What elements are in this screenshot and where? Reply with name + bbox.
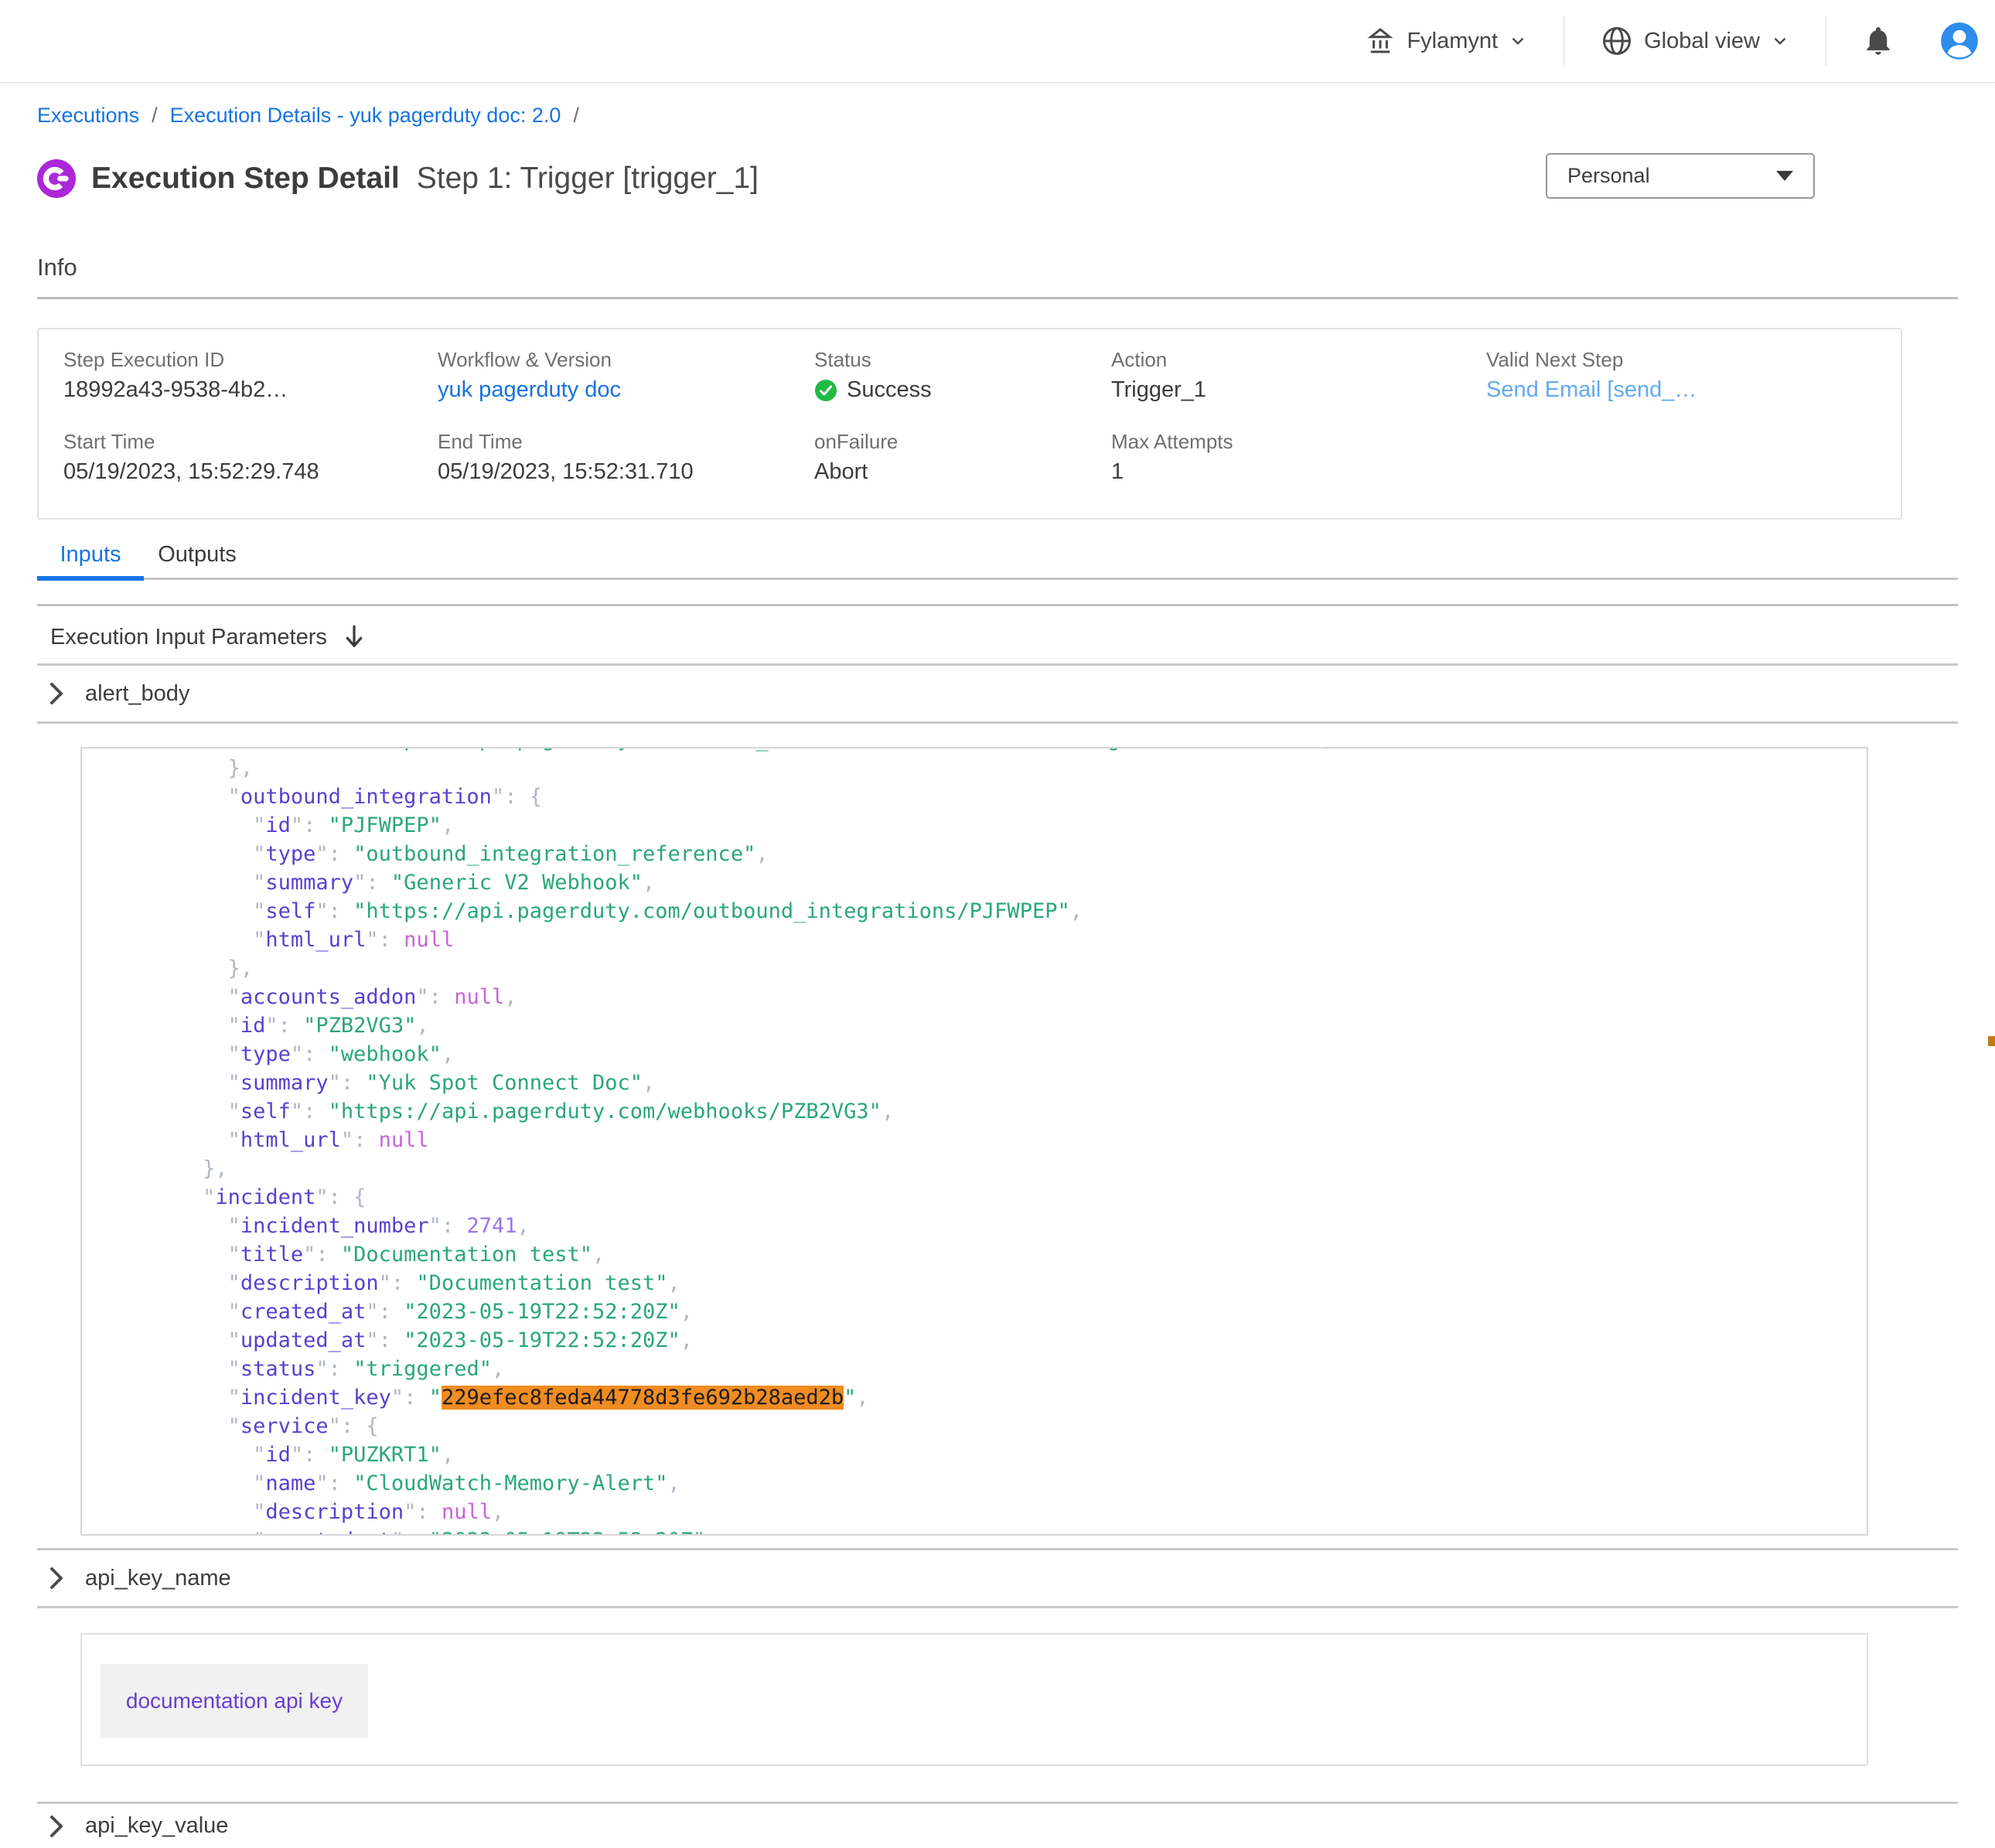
scrollbar-highlight-marker xyxy=(1988,1036,1995,1046)
json-line: "html_url": null xyxy=(102,926,1867,954)
json-line: }, xyxy=(102,1154,1867,1183)
json-line: "type": "outbound_integration_reference"… xyxy=(102,840,1867,868)
param-row-api-key-value[interactable]: api_key_value xyxy=(37,1802,1958,1848)
success-icon xyxy=(814,379,837,402)
json-line: "self": "https://api.pagerduty.com/outbo… xyxy=(102,897,1867,926)
breadcrumb-link[interactable]: Execution Details - yuk pagerduty doc: 2… xyxy=(170,104,561,128)
breadcrumb-separator: / xyxy=(573,104,579,128)
highlighted-incident-key: 229efec8feda44778d3fe692b28aed2b xyxy=(442,1386,844,1410)
page-title: Execution Step Detail xyxy=(91,162,400,196)
field-label-step-execution-id: Step Execution ID xyxy=(63,348,224,372)
tab-bar: InputsOutputs xyxy=(37,532,1958,580)
field-value-start-time: 05/19/2023, 15:52:29.748 xyxy=(63,459,319,485)
chevron-down-icon xyxy=(1770,31,1790,51)
page-header: Execution Step Detail Step 1: Trigger [t… xyxy=(37,155,759,203)
api-key-name-panel: documentation api key xyxy=(80,1633,1868,1766)
json-line: "summary": "Yuk Spot Connect Doc", xyxy=(102,1069,1867,1097)
field-value-status: Success xyxy=(814,377,932,403)
field-label-start-time: Start Time xyxy=(63,430,155,454)
json-line: "outbound_integration": { xyxy=(102,783,1867,811)
bell-icon xyxy=(1862,25,1894,57)
info-heading: Info xyxy=(37,254,77,281)
json-line: }, xyxy=(102,754,1867,783)
workflow-logo-icon xyxy=(37,159,76,198)
divider xyxy=(37,604,1958,606)
field-value-workflow-version[interactable]: yuk pagerduty doc xyxy=(438,377,621,403)
json-line: "id": "PJFWPEP", xyxy=(102,811,1867,840)
json-line: "self": "https://api.pagerduty.com/event… xyxy=(102,747,1867,754)
field-label-end-time: End Time xyxy=(438,430,523,454)
top-bar: Fylamynt Global view xyxy=(0,0,1995,83)
breadcrumb-link[interactable]: Executions xyxy=(37,104,139,128)
field-value-valid-next-step[interactable]: Send Email [send_… xyxy=(1486,377,1697,403)
scope-select-value: Personal xyxy=(1567,164,1650,188)
chevron-right-icon xyxy=(48,1815,65,1838)
json-line: "status": "triggered", xyxy=(102,1355,1867,1383)
breadcrumb-separator: / xyxy=(152,104,158,128)
json-line: "service": { xyxy=(102,1412,1867,1441)
json-line: "name": "CloudWatch-Memory-Alert", xyxy=(102,1469,1867,1498)
json-line: "summary": "Generic V2 Webhook", xyxy=(102,868,1867,897)
field-value-max-attempts: 1 xyxy=(1111,459,1124,485)
json-line: "description": null, xyxy=(102,1498,1867,1526)
breadcrumb: Executions / Execution Details - yuk pager… xyxy=(37,104,579,128)
organization-icon xyxy=(1364,25,1396,57)
field-label-workflow-version: Workflow & Version xyxy=(438,348,612,372)
field-value-onfailure: Abort xyxy=(814,459,868,485)
json-line: "updated_at": "2023-05-19T22:52:20Z", xyxy=(102,1326,1867,1355)
scope-select[interactable]: Personal xyxy=(1546,153,1815,199)
json-line: "created_at": "2023-05-19T22:52:20Z", xyxy=(102,1526,1867,1536)
json-line: "type": "webhook", xyxy=(102,1040,1867,1069)
account-button[interactable] xyxy=(1939,21,1980,61)
param-label: alert_body xyxy=(85,681,189,707)
json-line: "html_url": null xyxy=(102,1126,1867,1154)
status-text: Success xyxy=(847,377,932,403)
chevron-down-icon xyxy=(1508,31,1528,51)
org-name: Fylamynt xyxy=(1407,29,1498,54)
param-row-alert-body[interactable]: alert_body xyxy=(37,663,1958,724)
param-label: api_key_name xyxy=(85,1566,231,1591)
field-label-action: Action xyxy=(1111,348,1167,372)
field-value-step-execution-id: 18992a43-9538-4b2… xyxy=(63,377,288,403)
view-name: Global view xyxy=(1644,29,1760,54)
field-value-action: Trigger_1 xyxy=(1111,377,1206,403)
json-line: "id": "PUZKRT1", xyxy=(102,1441,1867,1469)
chevron-right-icon xyxy=(48,1567,65,1590)
param-label: api_key_value xyxy=(85,1813,228,1839)
json-line: "incident": { xyxy=(102,1183,1867,1212)
params-header: Execution Input Parameters xyxy=(50,619,366,656)
page-subtitle: Step 1: Trigger [trigger_1] xyxy=(417,162,759,196)
tab-inputs[interactable]: Inputs xyxy=(37,532,144,578)
json-line: "created_at": "2023-05-19T22:52:20Z", xyxy=(102,1297,1867,1326)
tab-outputs[interactable]: Outputs xyxy=(144,532,251,578)
param-row-api-key-name[interactable]: api_key_name xyxy=(37,1548,1958,1608)
divider xyxy=(37,297,1958,299)
json-line: "description": "Documentation test", xyxy=(102,1269,1867,1297)
json-line: "incident_key": "229efec8feda44778d3fe69… xyxy=(102,1383,1867,1412)
json-line: "title": "Documentation test", xyxy=(102,1240,1867,1269)
json-line: "id": "PZB2VG3", xyxy=(102,1011,1867,1040)
globe-icon xyxy=(1600,24,1634,58)
json-line: "accounts_addon": null, xyxy=(102,983,1867,1011)
field-label-max-attempts: Max Attempts xyxy=(1111,430,1233,454)
field-value-end-time: 05/19/2023, 15:52:31.710 xyxy=(438,459,694,485)
json-line: "self": "https://api.pagerduty.com/webho… xyxy=(102,1097,1867,1126)
json-line: "incident_number": 2741, xyxy=(102,1212,1867,1240)
dropdown-arrow-icon xyxy=(1776,171,1793,181)
avatar-icon xyxy=(1939,21,1980,61)
api-key-name-chip[interactable]: documentation api key xyxy=(101,1664,368,1738)
json-line: }, xyxy=(102,954,1867,983)
field-label-onfailure: onFailure xyxy=(814,430,898,454)
download-arrow-icon[interactable] xyxy=(343,623,366,651)
alert-body-json-viewer[interactable]: "self": "https://api.pagerduty.com/event… xyxy=(80,747,1868,1536)
params-heading: Execution Input Parameters xyxy=(50,625,327,650)
view-switcher[interactable]: Global view xyxy=(1600,24,1790,58)
field-label-status: Status xyxy=(814,348,871,372)
chevron-right-icon xyxy=(48,682,65,705)
notifications-button[interactable] xyxy=(1862,25,1894,57)
field-label-valid-next-step: Valid Next Step xyxy=(1486,348,1623,372)
org-switcher[interactable]: Fylamynt xyxy=(1364,25,1528,57)
info-card: Step Execution ID 18992a43-9538-4b2… Workf… xyxy=(37,328,1902,520)
